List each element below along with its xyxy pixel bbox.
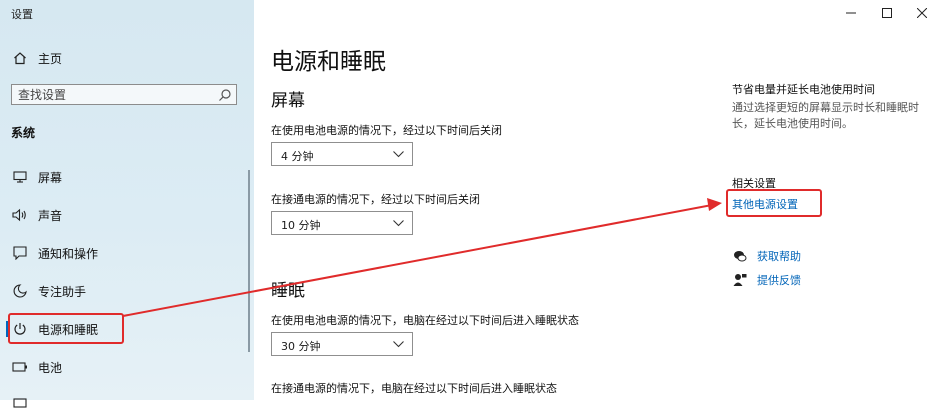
speaker-icon xyxy=(12,207,28,223)
search-box[interactable] xyxy=(11,84,237,105)
dropdown-value: 4 分钟 xyxy=(281,150,314,163)
tip-description: 通过选择更短的屏幕显示时长和睡眠时长，延长电池使用时间。 xyxy=(732,101,919,130)
sidebar-item-label: 专注助手 xyxy=(38,284,87,299)
search-input[interactable] xyxy=(18,87,208,102)
sidebar-item-label: 电池 xyxy=(38,360,63,375)
chevron-down-icon xyxy=(393,341,404,348)
notification-icon xyxy=(12,245,28,261)
storage-icon xyxy=(12,395,28,411)
chat-bubble-icon xyxy=(732,248,748,264)
screen-battery-label: 在使用电池电源的情况下，经过以下时间后关闭 xyxy=(271,124,502,137)
sidebar-item-home[interactable]: 主页 xyxy=(0,43,240,73)
home-icon xyxy=(12,50,28,66)
section-title-screen: 屏幕 xyxy=(271,91,305,111)
dropdown-value: 10 分钟 xyxy=(281,219,321,232)
feedback-person-icon xyxy=(732,272,748,288)
section-title-sleep: 睡眠 xyxy=(271,281,305,301)
search-icon[interactable] xyxy=(218,87,232,106)
maximize-icon xyxy=(882,8,892,18)
chevron-down-icon xyxy=(393,220,404,227)
sidebar-item-screen[interactable]: 屏幕 xyxy=(0,162,240,192)
sleep-battery-label: 在使用电池电源的情况下，电脑在经过以下时间后进入睡眠状态 xyxy=(271,314,579,327)
minimize-icon xyxy=(846,12,856,14)
sidebar-item-notifications[interactable]: 通知和操作 xyxy=(0,238,240,268)
screen-battery-dropdown[interactable]: 4 分钟 xyxy=(271,142,413,166)
get-help-link[interactable]: 获取帮助 xyxy=(732,248,801,264)
feedback-label: 提供反馈 xyxy=(757,274,801,287)
screen-plugged-dropdown[interactable]: 10 分钟 xyxy=(271,211,413,235)
highlight-box-power-sleep xyxy=(8,313,124,344)
screen-plugged-label: 在接通电源的情况下，经过以下时间后关闭 xyxy=(271,193,480,206)
sidebar-item-battery[interactable]: 电池 xyxy=(0,352,240,382)
window-title: 设置 xyxy=(11,8,33,21)
sleep-plugged-label: 在接通电源的情况下，电脑在经过以下时间后进入睡眠状态 xyxy=(271,382,557,395)
sleep-battery-dropdown[interactable]: 30 分钟 xyxy=(271,332,413,356)
sidebar-item-partial xyxy=(0,388,240,418)
tip-title: 节省电量并延长电池使用时间 xyxy=(732,83,875,96)
close-button[interactable] xyxy=(911,4,933,22)
sidebar-item-label: 声音 xyxy=(38,208,63,223)
sidebar-item-label: 屏幕 xyxy=(38,170,63,185)
monitor-icon xyxy=(12,169,28,185)
sidebar-scrollbar[interactable] xyxy=(248,170,250,352)
chevron-down-icon xyxy=(393,151,404,158)
sidebar-item-focus-assist[interactable]: 专注助手 xyxy=(0,276,240,306)
get-help-label: 获取帮助 xyxy=(757,250,801,263)
close-icon xyxy=(917,8,927,18)
minimize-button[interactable] xyxy=(840,4,862,22)
sidebar-item-label: 主页 xyxy=(38,51,63,66)
battery-icon xyxy=(12,359,28,375)
maximize-button[interactable] xyxy=(876,4,898,22)
sidebar-group-label: 系统 xyxy=(11,126,36,140)
sidebar-item-label: 通知和操作 xyxy=(38,246,99,261)
dropdown-value: 30 分钟 xyxy=(281,340,321,353)
page-title: 电源和睡眠 xyxy=(271,49,386,75)
sidebar-item-sound[interactable]: 声音 xyxy=(0,200,240,230)
highlight-box-related-link xyxy=(726,189,822,217)
feedback-link[interactable]: 提供反馈 xyxy=(732,272,801,288)
moon-icon xyxy=(12,283,28,299)
